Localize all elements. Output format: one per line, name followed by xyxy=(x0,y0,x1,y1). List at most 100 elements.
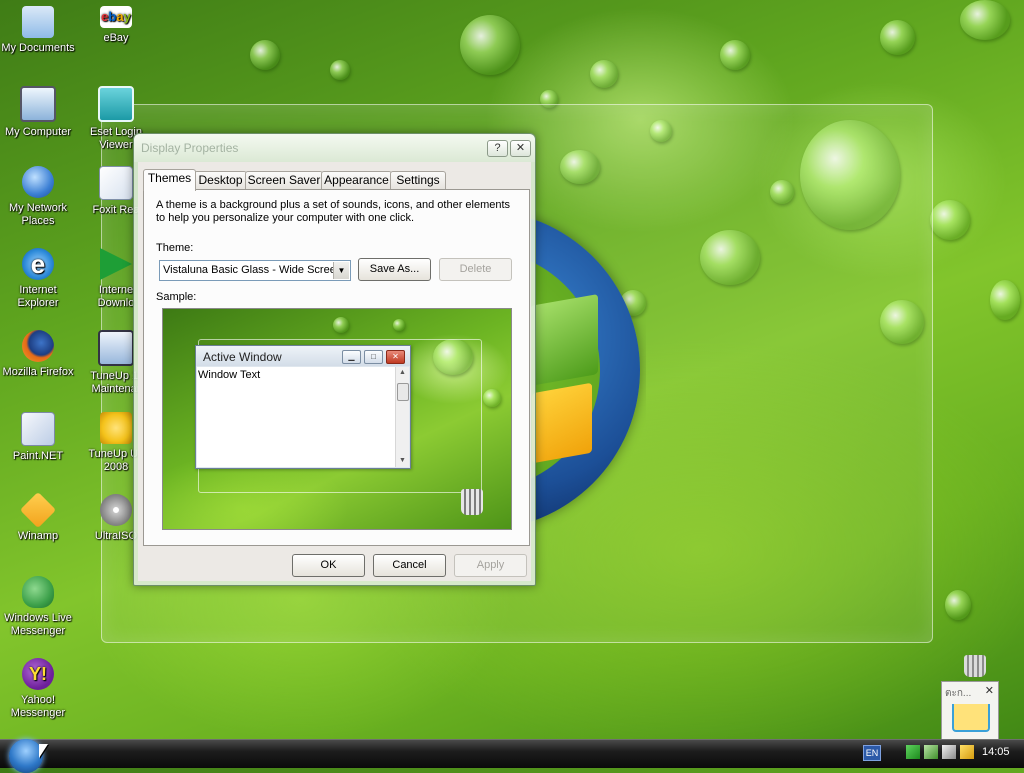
paint-net-icon xyxy=(21,412,55,446)
winamp-icon xyxy=(19,491,57,529)
water-drop xyxy=(330,60,350,80)
cancel-button[interactable]: Cancel xyxy=(373,554,446,577)
internet-explorer-icon: e xyxy=(22,248,54,280)
water-drop xyxy=(930,200,970,240)
tools-tray-icon[interactable] xyxy=(942,745,956,759)
desktop-icon-winamp[interactable]: Winamp xyxy=(0,491,76,543)
sample-active-window: Active Window ▁ □ ✕ Window Text ▲ ▼ xyxy=(195,345,411,469)
my-computer-icon xyxy=(20,86,56,122)
tab-screen-saver[interactable]: Screen Saver xyxy=(245,171,323,189)
ok-button[interactable]: OK xyxy=(292,554,365,577)
sample-window-text: Window Text xyxy=(198,369,261,381)
water-drop xyxy=(460,15,520,75)
water-drop xyxy=(720,40,750,70)
minimize-icon: ▁ xyxy=(342,350,361,364)
sample-label: Sample: xyxy=(156,291,197,303)
desktop-icon-label: Interne Downlo xyxy=(97,284,135,309)
language-indicator[interactable]: EN xyxy=(863,745,881,761)
dialog-titlebar[interactable]: Display Properties ? ✕ xyxy=(134,134,535,162)
desktop-icon-label: UltraISO xyxy=(94,530,138,542)
tab-desktop[interactable]: Desktop xyxy=(194,171,247,189)
popup-close-icon[interactable]: ✕ xyxy=(985,684,994,697)
dialog-title: Display Properties xyxy=(141,141,239,155)
water-drop xyxy=(990,280,1020,320)
water-drop xyxy=(333,317,349,333)
desktop-icon-label: My Documents xyxy=(1,42,75,54)
popup-title: ตะก... xyxy=(945,688,972,699)
display-properties-dialog: Display Properties ? ✕ Themes Desktop Sc… xyxy=(133,133,536,586)
firefox-icon xyxy=(22,330,54,362)
recycle-bin-icon xyxy=(964,655,986,677)
desktop-icon-label: Paint.NET xyxy=(12,450,64,462)
desktop-icon-internet-explorer[interactable]: e Internet Explorer xyxy=(0,248,76,310)
desktop-icon-label: My Network Places xyxy=(8,202,68,227)
close-button[interactable]: ✕ xyxy=(510,140,531,157)
tab-themes[interactable]: Themes xyxy=(143,169,196,191)
taskbar-clock[interactable]: 14:05 xyxy=(982,746,1010,758)
yahoo-messenger-icon: Y! xyxy=(22,658,54,690)
desktop-icon-network-places[interactable]: My Network Places xyxy=(0,166,76,228)
close-icon: ✕ xyxy=(386,350,405,364)
desktop-icon-paint-net[interactable]: Paint.NET xyxy=(0,412,76,463)
desktop-icon-label: eBay xyxy=(103,32,129,44)
desktop-icon-label: Mozilla Firefox xyxy=(2,366,74,378)
theme-select[interactable]: Vistaluna Basic Glass - Wide Screen ▼ xyxy=(159,260,351,281)
messenger-icon xyxy=(22,576,54,608)
desktop-icon-label: Internet Explorer xyxy=(17,284,59,309)
network-places-icon xyxy=(22,166,54,198)
desktop-icon-messenger[interactable]: Windows Live Messenger xyxy=(0,576,76,638)
sample-window-body: Window Text ▲ ▼ xyxy=(197,367,409,467)
dialog-client: Themes Desktop Screen Saver Appearance S… xyxy=(138,162,531,581)
ultraiso-icon xyxy=(100,494,132,526)
network-tray-icon[interactable] xyxy=(906,745,920,759)
theme-label: Theme: xyxy=(156,242,194,254)
delete-button[interactable]: Delete xyxy=(439,258,512,281)
tuneup-utilities-icon xyxy=(100,412,132,444)
desktop-icon-label: Windows Live Messenger xyxy=(4,612,72,637)
desktop-icon-label: Winamp xyxy=(17,530,59,542)
water-drop xyxy=(590,60,618,88)
scroll-down-icon: ▼ xyxy=(399,457,406,464)
update-tray-icon[interactable] xyxy=(924,745,938,759)
desktop-icon-label: My Computer xyxy=(4,126,72,138)
water-drop xyxy=(393,319,405,331)
sample-window-title: Active Window xyxy=(203,350,282,364)
water-drop xyxy=(960,0,1010,40)
water-drop xyxy=(945,590,971,620)
themes-panel: A theme is a background plus a set of so… xyxy=(143,189,530,546)
tuneup-tray-icon[interactable] xyxy=(960,745,974,759)
my-documents-icon xyxy=(22,6,54,38)
sample-window-titlebar: Active Window ▁ □ ✕ xyxy=(196,346,410,366)
sample-scrollbar: ▲ ▼ xyxy=(395,367,409,467)
tab-appearance[interactable]: Appearance xyxy=(321,171,392,189)
mouse-pointer-icon xyxy=(39,744,48,758)
ebay-icon: ebay xyxy=(100,6,132,28)
desktop-icon-firefox[interactable]: Mozilla Firefox xyxy=(0,330,76,379)
help-button[interactable]: ? xyxy=(487,140,508,157)
maximize-icon: □ xyxy=(364,350,383,364)
desktop-icon-yahoo-messenger[interactable]: Y! Yahoo! Messenger xyxy=(0,658,76,720)
recycle-bin-icon xyxy=(461,489,483,515)
chevron-down-icon[interactable]: ▼ xyxy=(333,262,349,279)
notification-popup[interactable]: ตะก... ✕ xyxy=(941,681,999,740)
shopping-cart-icon xyxy=(952,704,990,732)
theme-sample-preview: Active Window ▁ □ ✕ Window Text ▲ ▼ xyxy=(162,308,512,530)
desktop-icon-my-computer[interactable]: My Computer xyxy=(0,86,76,139)
apply-button[interactable]: Apply xyxy=(454,554,527,577)
foxit-reader-icon xyxy=(99,166,133,200)
internet-download-icon xyxy=(100,248,132,280)
themes-description: A theme is a background plus a set of so… xyxy=(156,199,511,224)
desktop-icon-label: Yahoo! Messenger xyxy=(10,694,66,719)
desktop-icon-my-documents[interactable]: My Documents xyxy=(0,6,76,55)
tuneup-maintenance-icon xyxy=(98,330,134,366)
water-drop xyxy=(250,40,280,70)
desktop-icon-recycle-bin[interactable] xyxy=(952,655,998,681)
theme-select-value: Vistaluna Basic Glass - Wide Screen xyxy=(163,264,333,276)
eset-icon xyxy=(98,86,134,122)
scroll-up-icon: ▲ xyxy=(399,369,406,376)
desktop-icon-ebay[interactable]: ebay eBay xyxy=(78,6,154,45)
save-as-button[interactable]: Save As... xyxy=(358,258,431,281)
tab-settings[interactable]: Settings xyxy=(390,171,446,189)
water-drop xyxy=(880,20,915,55)
scroll-thumb xyxy=(397,383,409,401)
